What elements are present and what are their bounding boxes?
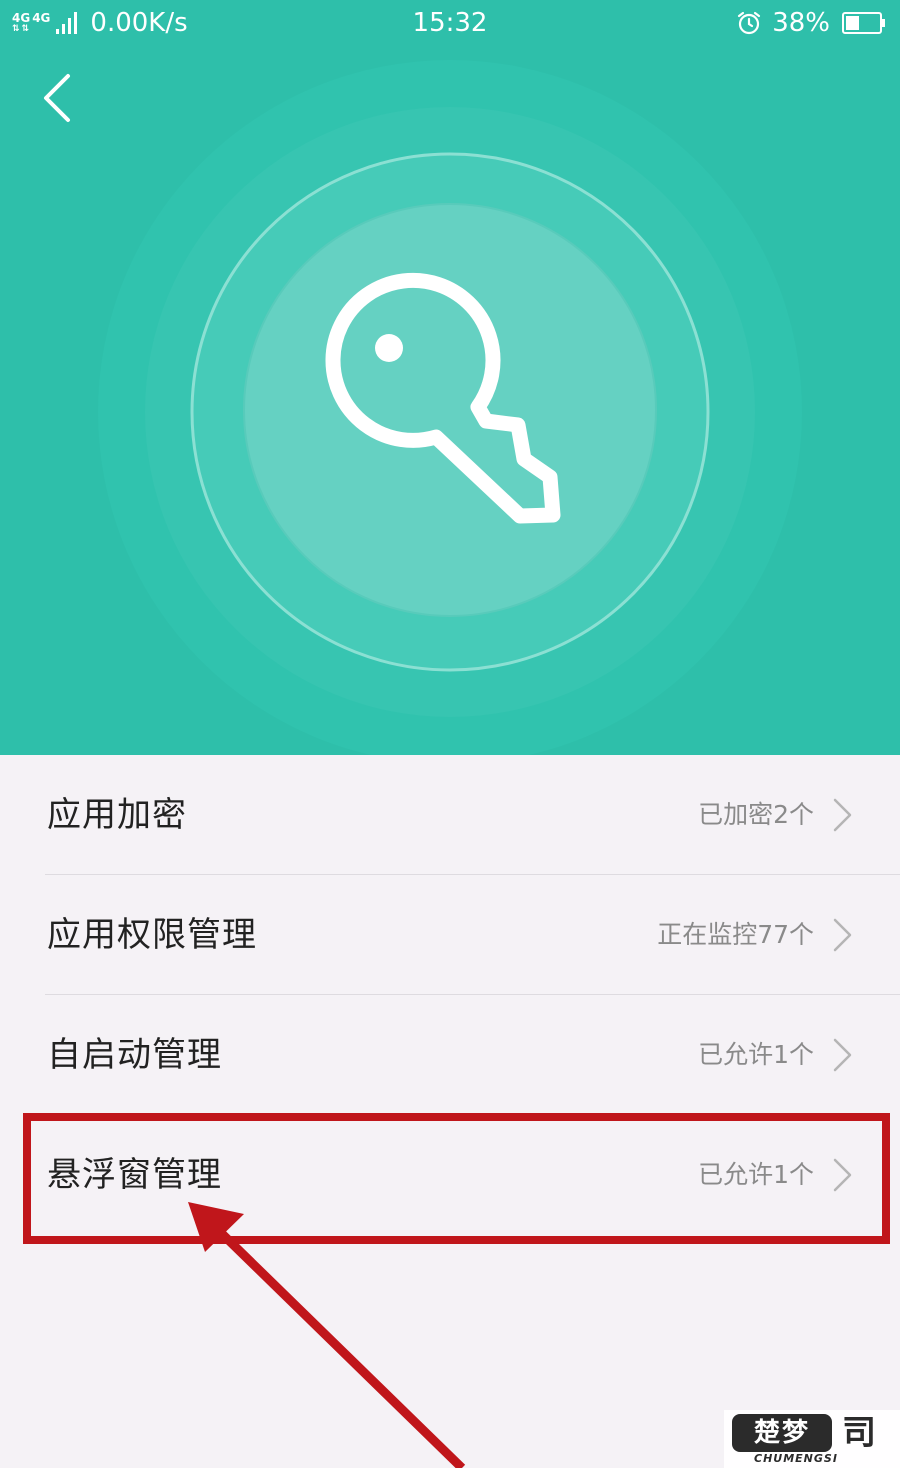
key-emblem <box>98 60 802 755</box>
battery-percent: 38% <box>772 8 830 38</box>
watermark-latin: CHUMENGSI <box>754 1452 838 1465</box>
status-bar: 4G 4G ⇅ ⇅ 0.00K/s 15:32 38% <box>0 0 900 48</box>
battery-icon <box>842 12 885 34</box>
chevron-right-icon <box>833 798 852 832</box>
app-screen: 4G 4G ⇅ ⇅ 0.00K/s 15:32 38% 应用加密 已加密2个 应… <box>0 0 900 1468</box>
row-value: 已允许1个 <box>698 1040 814 1069</box>
watermark-brand: 楚梦 <box>732 1414 832 1452</box>
chevron-right-icon <box>833 918 852 952</box>
row-value: 已允许1个 <box>698 1160 814 1189</box>
row-title: 自启动管理 <box>47 1035 222 1075</box>
row-title: 悬浮窗管理 <box>47 1155 222 1195</box>
watermark-brand-mark: 司 <box>842 1413 876 1453</box>
settings-row-autostart-management[interactable]: 自启动管理 已允许1个 <box>0 995 900 1115</box>
row-title: 应用加密 <box>47 795 187 835</box>
back-button[interactable] <box>28 62 98 132</box>
chevron-right-icon <box>833 1038 852 1072</box>
settings-row-floating-window-management[interactable]: 悬浮窗管理 已允许1个 <box>0 1115 900 1235</box>
watermark-logo: 楚梦 司 CHUMENGSI <box>724 1410 900 1468</box>
header-banner: 4G 4G ⇅ ⇅ 0.00K/s 15:32 38% <box>0 0 900 755</box>
pointer-arrow-shaft <box>208 1220 466 1468</box>
alarm-icon <box>738 11 761 35</box>
row-title: 应用权限管理 <box>47 915 257 955</box>
chevron-right-icon <box>833 1158 852 1192</box>
settings-list: 应用加密 已加密2个 应用权限管理 正在监控77个 自启动管理 已允许1个 悬浮… <box>0 755 900 1235</box>
settings-row-app-encryption[interactable]: 应用加密 已加密2个 <box>0 755 900 875</box>
status-right: 38% <box>736 8 886 38</box>
row-value: 正在监控77个 <box>657 920 814 949</box>
settings-row-permission-management[interactable]: 应用权限管理 正在监控77个 <box>0 875 900 995</box>
row-value: 已加密2个 <box>698 800 814 829</box>
key-hole <box>375 334 403 362</box>
back-arrow-icon <box>44 74 70 122</box>
